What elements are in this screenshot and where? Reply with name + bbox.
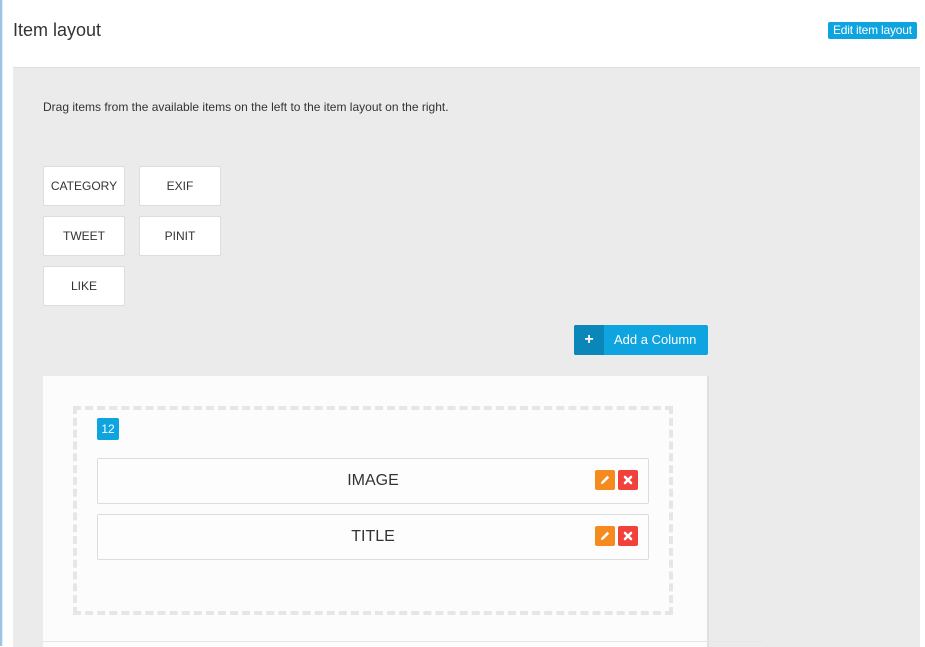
- layout-item-label: IMAGE: [347, 472, 399, 489]
- add-column-button[interactable]: + Add a Column: [574, 325, 708, 355]
- remove-item-button[interactable]: [618, 526, 638, 546]
- available-item-category[interactable]: CATEGORY: [43, 166, 125, 206]
- item-layout-canvas: 12 IMAGE TITLE: [43, 376, 709, 647]
- available-item-pinit[interactable]: PINIT: [139, 216, 221, 256]
- available-item-tweet[interactable]: TWEET: [43, 216, 125, 256]
- close-icon: [623, 475, 633, 485]
- edit-item-layout-button[interactable]: Edit item layout: [828, 22, 917, 39]
- instructions-text: Drag items from the available items on t…: [43, 100, 449, 114]
- close-icon: [623, 531, 633, 541]
- available-item-exif[interactable]: EXIF: [139, 166, 221, 206]
- edit-item-button[interactable]: [595, 526, 615, 546]
- remove-item-button[interactable]: [618, 470, 638, 490]
- item-layout-panel: Drag items from the available items on t…: [13, 67, 920, 647]
- page-title: Item layout: [13, 20, 102, 40]
- pencil-icon: [601, 531, 610, 540]
- window-left-edge-inner: [2, 0, 3, 646]
- column-width-badge[interactable]: 12: [97, 418, 119, 440]
- add-column-label: Add a Column: [614, 332, 697, 347]
- layout-item-label: TITLE: [351, 528, 395, 545]
- available-item-like[interactable]: LIKE: [43, 266, 125, 306]
- layout-item-image[interactable]: IMAGE: [97, 458, 649, 504]
- layout-divider: [43, 641, 763, 642]
- layout-item-title[interactable]: TITLE: [97, 514, 649, 560]
- edit-item-button[interactable]: [595, 470, 615, 490]
- plus-icon: +: [574, 325, 604, 355]
- layout-column-dropzone[interactable]: 12 IMAGE TITLE: [73, 406, 673, 615]
- pencil-icon: [601, 475, 610, 484]
